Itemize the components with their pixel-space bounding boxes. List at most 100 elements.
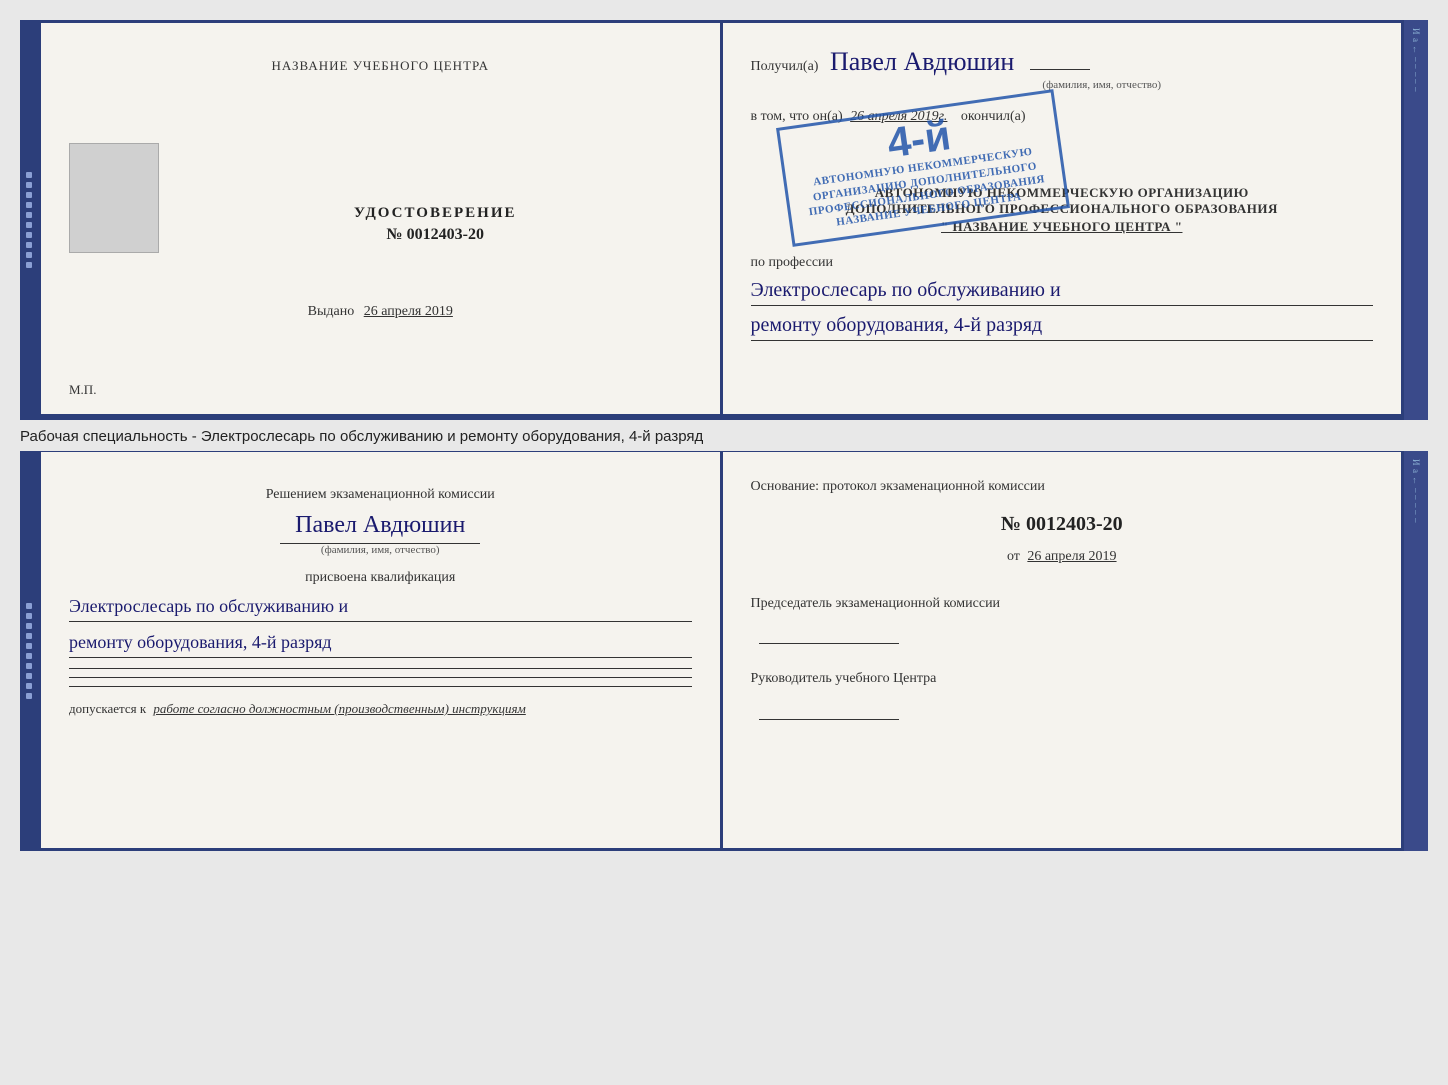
- spine-dot-b: [26, 613, 32, 619]
- spine-b-dash2: –: [1411, 495, 1421, 500]
- director-signature: [759, 719, 899, 720]
- fio-label-bottom: (фамилия, имя, отчество): [69, 544, 692, 556]
- spine-pattern-left: [26, 172, 32, 268]
- fio-label-top: (фамилия, имя, отчество): [831, 79, 1374, 91]
- issued-line: Выдано 26 апреля 2019: [69, 304, 692, 320]
- bottom-right-page: Основание: протокол экзаменационной коми…: [723, 452, 1402, 848]
- spine-dot: [26, 262, 32, 268]
- left-spine-top: [20, 20, 38, 420]
- assigned-label: присвоена квалификация: [69, 570, 692, 586]
- spine-b-dash1: –: [1411, 488, 1421, 493]
- allowed-text: работе согласно должностным (производств…: [153, 701, 525, 716]
- allowed-label: допускается к: [69, 701, 146, 716]
- spine-dot-b: [26, 663, 32, 669]
- line-sep-2: [69, 677, 692, 678]
- director-sig-line: [751, 697, 1374, 719]
- top-right-page: Получил(а) Павел Авдюшин (фамилия, имя, …: [723, 23, 1402, 414]
- page-container: НАЗВАНИЕ УЧЕБНОГО ЦЕНТРА УДОСТОВЕРЕНИЕ №…: [20, 20, 1428, 851]
- spine-dot-b: [26, 623, 32, 629]
- date-prefix: от: [1007, 549, 1020, 564]
- spine-dot: [26, 202, 32, 208]
- spine-b-а: а: [1411, 469, 1421, 473]
- line-sep-1: [69, 668, 692, 669]
- protocol-number: № 0012403-20: [751, 507, 1374, 541]
- between-text-content: Рабочая специальность - Электрослесарь п…: [20, 428, 703, 445]
- left-spine-bottom: [20, 451, 38, 851]
- director-label: Руководитель учебного Центра: [751, 668, 1374, 689]
- fio-label-area: (фамилия, имя, отчество): [831, 79, 1374, 91]
- spine-b-и: И: [1411, 459, 1421, 466]
- chairman-block: Председатель экзаменационной комиссии: [751, 593, 1374, 644]
- right-spine-bottom: И а ← – – – – –: [1404, 451, 1428, 851]
- spine-dot: [26, 182, 32, 188]
- spine-dot-b: [26, 673, 32, 679]
- bottom-person-name: Павел Авдюшин: [69, 512, 692, 539]
- spine-pattern-left-bottom: [26, 603, 32, 699]
- profession-label: по профессии: [751, 255, 1374, 271]
- date-value: 26 апреля 2019: [1027, 549, 1116, 564]
- right-spine-top: И а ← – – – – –: [1404, 20, 1428, 420]
- profession-line1: Электрослесарь по обслуживанию и: [751, 275, 1374, 306]
- spine-dot: [26, 212, 32, 218]
- between-text: Рабочая специальность - Электрослесарь п…: [20, 420, 1428, 451]
- qualification-block: присвоена квалификация Электрослесарь по…: [69, 570, 692, 658]
- date-line-bottom: от 26 апреля 2019: [751, 545, 1374, 569]
- bottom-name-area: Павел Авдюшин (фамилия, имя, отчество): [69, 512, 692, 556]
- qual-line1: Электрослесарь по обслуживанию и: [69, 592, 692, 622]
- basis-label: Основание: протокол экзаменационной коми…: [751, 476, 1374, 497]
- bottom-document-wrapper: Решением экзаменационной комиссии Павел …: [20, 451, 1428, 851]
- bottom-document: Решением экзаменационной комиссии Павел …: [38, 451, 1404, 851]
- chairman-signature: [759, 643, 899, 644]
- mp-label: М.П.: [69, 382, 96, 398]
- photo-placeholder: [69, 143, 159, 253]
- spine-text-и: И: [1411, 28, 1421, 35]
- director-block: Руководитель учебного Центра: [751, 668, 1374, 719]
- spine-b-dash5: –: [1411, 518, 1421, 523]
- recipient-name: Павел Авдюшин: [830, 47, 1014, 76]
- top-left-page: НАЗВАНИЕ УЧЕБНОГО ЦЕНТРА УДОСТОВЕРЕНИЕ №…: [41, 23, 723, 414]
- spine-dot: [26, 232, 32, 238]
- institution-label-area: НАЗВАНИЕ УЧЕБНОГО ЦЕНТРА: [69, 57, 692, 75]
- spine-dash-3: –: [1411, 72, 1421, 77]
- decision-text: Решением экзаменационной комиссии: [69, 484, 692, 506]
- doc-number: № 0012403-20: [179, 226, 692, 244]
- spine-dot: [26, 242, 32, 248]
- spine-dash-1: –: [1411, 57, 1421, 62]
- spine-b-arrow: ←: [1411, 476, 1421, 485]
- bottom-left-page: Решением экзаменационной комиссии Павел …: [41, 452, 723, 848]
- cert-info: УДОСТОВЕРЕНИЕ № 0012403-20: [179, 205, 692, 244]
- spine-dot-b: [26, 653, 32, 659]
- spine-b-dash3: –: [1411, 503, 1421, 508]
- name-underline: [1030, 69, 1090, 70]
- spine-dot-b: [26, 643, 32, 649]
- qual-line2: ремонту оборудования, 4-й разряд: [69, 628, 692, 658]
- institution-label: НАЗВАНИЕ УЧЕБНОГО ЦЕНТРА: [272, 58, 489, 73]
- spine-dash-2: –: [1411, 64, 1421, 69]
- spine-dot: [26, 222, 32, 228]
- doc-title: УДОСТОВЕРЕНИЕ: [179, 205, 692, 222]
- chairman-sig-line: [751, 622, 1374, 644]
- received-prefix: Получил(а): [751, 59, 819, 74]
- spine-dot-b: [26, 693, 32, 699]
- spine-dot-b: [26, 683, 32, 689]
- received-area: Получил(а) Павел Авдюшин: [751, 47, 1374, 77]
- issued-label: Выдано: [308, 304, 355, 319]
- spine-dot: [26, 192, 32, 198]
- line-sep-3: [69, 686, 692, 687]
- spine-dot-b: [26, 603, 32, 609]
- spine-text-а: а: [1411, 38, 1421, 42]
- spine-dot-b: [26, 633, 32, 639]
- basis-block: Основание: протокол экзаменационной коми…: [751, 476, 1374, 720]
- top-document-wrapper: НАЗВАНИЕ УЧЕБНОГО ЦЕНТРА УДОСТОВЕРЕНИЕ №…: [20, 20, 1428, 420]
- spine-text-arrow: ←: [1411, 45, 1421, 54]
- spine-dash-4: –: [1411, 79, 1421, 84]
- spine-dash-5: –: [1411, 87, 1421, 92]
- chairman-label: Председатель экзаменационной комиссии: [751, 593, 1374, 614]
- issued-date: 26 апреля 2019: [364, 304, 453, 319]
- allowed-block: допускается к работе согласно должностны…: [69, 701, 692, 717]
- spine-dot: [26, 172, 32, 178]
- profession-block: по профессии Электрослесарь по обслужива…: [751, 255, 1374, 341]
- spine-b-dash4: –: [1411, 510, 1421, 515]
- spine-dot: [26, 252, 32, 258]
- top-document: НАЗВАНИЕ УЧЕБНОГО ЦЕНТРА УДОСТОВЕРЕНИЕ №…: [38, 20, 1404, 420]
